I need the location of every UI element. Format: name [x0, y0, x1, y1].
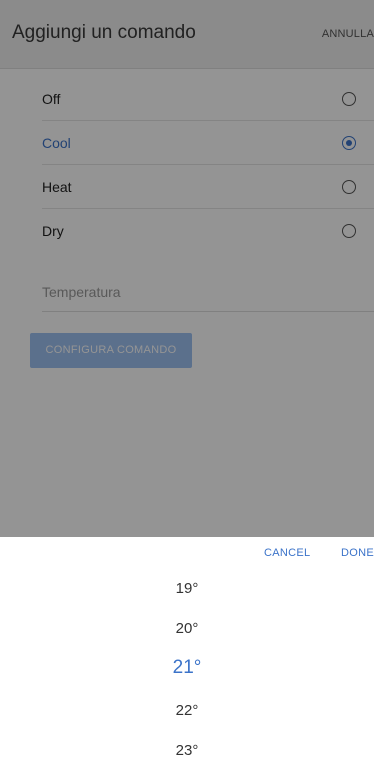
page-title: Aggiungi un comando: [12, 22, 196, 43]
option-label: Dry: [42, 223, 64, 239]
picker-item[interactable]: 22°: [0, 702, 374, 719]
option-cool[interactable]: Cool: [42, 121, 374, 165]
option-heat[interactable]: Heat: [42, 165, 374, 209]
annulla-button[interactable]: ANNULLA: [322, 28, 374, 40]
radio-button[interactable]: [342, 92, 356, 106]
temperature-picker-sheet: CANCEL DONE 19° 20° 21° 22° 23°: [0, 537, 374, 778]
configure-command-button[interactable]: CONFIGURA COMANDO: [30, 333, 192, 368]
radio-button[interactable]: [342, 180, 356, 194]
picker-item-selected[interactable]: 21°: [0, 657, 374, 679]
option-label: Heat: [42, 179, 72, 195]
radio-button[interactable]: [342, 224, 356, 238]
temperature-field[interactable]: Temperatura: [42, 272, 374, 312]
command-form: Off Cool Heat Dry Temperatura CONFIGURA …: [0, 69, 374, 537]
radio-button-checked[interactable]: [342, 136, 356, 150]
picker-item[interactable]: 19°: [0, 580, 374, 597]
temperature-placeholder: Temperatura: [42, 284, 121, 300]
app-header: Aggiungi un comando ANNULLA: [0, 0, 374, 69]
option-dry[interactable]: Dry: [42, 209, 374, 253]
picker-item[interactable]: 20°: [0, 620, 374, 637]
picker-item[interactable]: 23°: [0, 742, 374, 759]
option-label: Off: [42, 91, 61, 107]
option-off[interactable]: Off: [42, 77, 374, 121]
screen: Aggiungi un comando ANNULLA Off Cool Hea…: [0, 0, 374, 778]
picker-cancel-button[interactable]: CANCEL: [264, 547, 310, 559]
option-label: Cool: [42, 135, 71, 151]
picker-done-button[interactable]: DONE: [341, 547, 374, 559]
